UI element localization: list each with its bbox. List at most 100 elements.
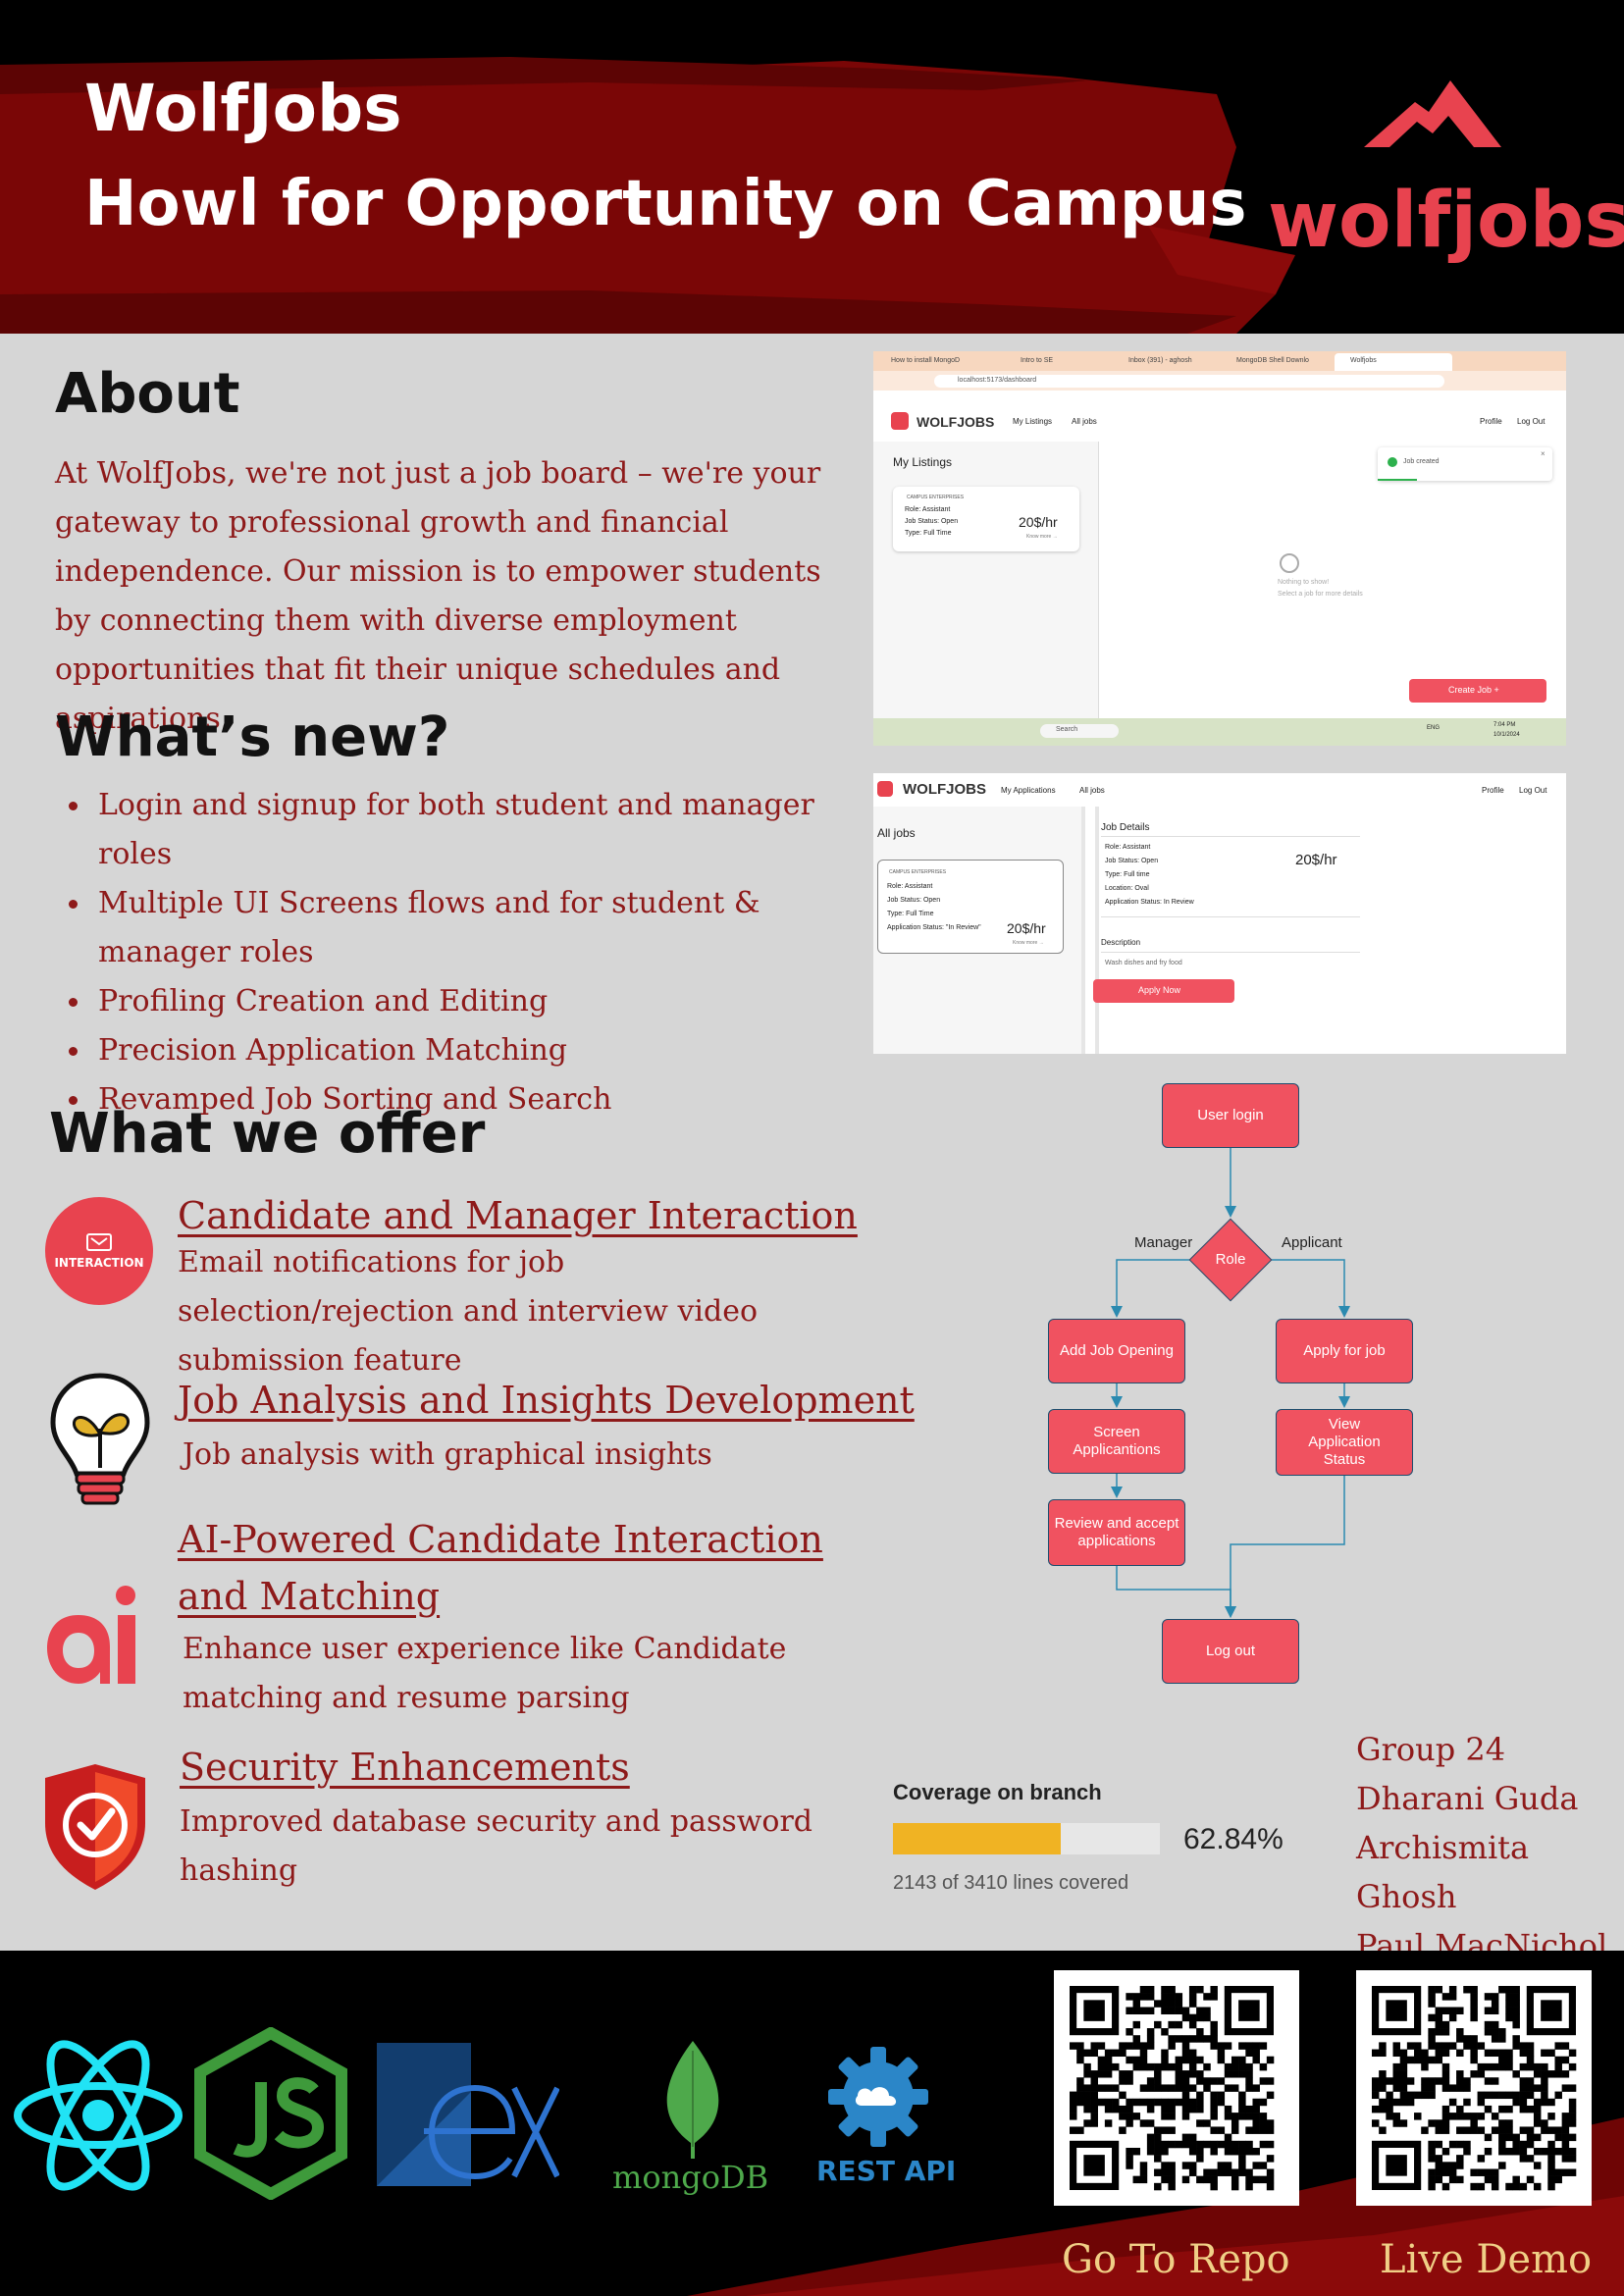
card-tag: CAMPUS ENTERPRISES bbox=[907, 495, 965, 500]
offer-title-ai[interactable]: AI-Powered Candidate Interaction and Mat… bbox=[178, 1511, 855, 1625]
nav-my-applications[interactable]: My Applications bbox=[1001, 786, 1056, 795]
toast-close-icon[interactable]: × bbox=[1541, 449, 1545, 458]
rest-api-label: REST API bbox=[816, 2155, 957, 2187]
nav-all-jobs[interactable]: All jobs bbox=[1079, 786, 1105, 795]
flow-node-add-job: Add Job Opening bbox=[1048, 1319, 1185, 1383]
poster-header: WolfJobs Howl for Opportunity on Campus … bbox=[0, 0, 1624, 334]
browser-tab[interactable]: Intro to SE bbox=[1021, 357, 1053, 364]
wolfjobs-logo-icon bbox=[877, 781, 893, 797]
react-logo-icon bbox=[14, 2040, 183, 2191]
nav-my-listings[interactable]: My Listings bbox=[1013, 417, 1052, 426]
team-block: Group 24 Dharani Guda Archismita Ghosh P… bbox=[1356, 1725, 1624, 1970]
flow-node-apply: Apply for job bbox=[1276, 1319, 1413, 1383]
details-rule bbox=[1101, 836, 1360, 837]
details-rule bbox=[1101, 952, 1360, 953]
detail-type: Type: Full time bbox=[1105, 871, 1150, 878]
windows-taskbar bbox=[873, 718, 1566, 746]
nav-profile[interactable]: Profile bbox=[1480, 417, 1502, 426]
flow-label-applicant: Applicant bbox=[1282, 1234, 1342, 1251]
offer-title-analysis[interactable]: Job Analysis and Insights Development bbox=[178, 1372, 915, 1429]
team-member: Dharani Guda bbox=[1356, 1780, 1579, 1817]
details-rule bbox=[1101, 916, 1360, 917]
team-member: Archismita Ghosh bbox=[1356, 1829, 1530, 1915]
card-more-link[interactable]: Know more → bbox=[1026, 534, 1058, 540]
nav-logout[interactable]: Log Out bbox=[1517, 417, 1545, 426]
express-logo-icon bbox=[377, 2043, 559, 2186]
card-role: Role: Assistant bbox=[887, 883, 933, 890]
about-heading: About bbox=[55, 362, 240, 426]
taskbar-date: 10/1/2024 bbox=[1493, 732, 1520, 738]
list-item: Multiple UI Screens flows and for studen… bbox=[55, 879, 850, 977]
manager-dashboard-screenshot: How to install MongoD Intro to SE Inbox … bbox=[873, 351, 1566, 746]
taskbar-search-text: Search bbox=[1056, 726, 1078, 733]
flow-label-manager: Manager bbox=[1134, 1234, 1193, 1251]
card-more-link[interactable]: Know more → bbox=[1013, 940, 1044, 946]
qr-code-pattern bbox=[1372, 1986, 1577, 2191]
offer-desc-interaction: Email notifications for job selection/re… bbox=[178, 1245, 759, 1378]
empty-title: Nothing to show! bbox=[1278, 579, 1330, 586]
detail-pay: 20$/hr bbox=[1295, 852, 1337, 868]
coverage-lines: 2143 of 3410 lines covered bbox=[893, 1872, 1129, 1894]
card-tag: CAMPUS ENTERPRISES bbox=[889, 869, 947, 875]
coverage-percent: 62.84% bbox=[1183, 1823, 1283, 1855]
browser-tab[interactable]: Wolfjobs bbox=[1350, 357, 1377, 364]
poster-subtitle: Howl for Opportunity on Campus bbox=[84, 168, 1247, 240]
poster-title: WolfJobs bbox=[84, 71, 402, 146]
flow-node-review: Review and accept applications bbox=[1048, 1499, 1185, 1566]
user-flow-diagram: User login Role Manager Applicant Add Jo… bbox=[1021, 1077, 1433, 1686]
qr-code-pattern bbox=[1070, 1986, 1275, 2191]
detail-location: Location: Oval bbox=[1105, 885, 1149, 892]
nav-logout[interactable]: Log Out bbox=[1519, 786, 1546, 795]
flow-node-screen: Screen Applicantions bbox=[1048, 1409, 1185, 1474]
list-item: Profiling Creation and Editing bbox=[55, 977, 850, 1026]
browser-tab[interactable]: MongoDB Shell Downlo bbox=[1236, 357, 1309, 364]
flow-node-view-status: View Application Status bbox=[1276, 1409, 1413, 1476]
whats-new-list: Login and signup for both student and ma… bbox=[55, 781, 850, 1124]
create-job-label: Create Job + bbox=[1448, 685, 1499, 695]
repo-qr-caption[interactable]: Go To Repo bbox=[1062, 2237, 1290, 2282]
browser-tab[interactable]: How to install MongoD bbox=[891, 357, 960, 364]
card-status: Job Status: Open bbox=[887, 897, 941, 904]
card-type: Type: Full Time bbox=[905, 530, 952, 537]
repo-qr-code[interactable] bbox=[1054, 1970, 1299, 2206]
offer-desc-ai: Enhance user experience like Candidate m… bbox=[183, 1632, 787, 1715]
demo-qr-caption[interactable]: Live Demo bbox=[1380, 2237, 1592, 2282]
card-application-status: Application Status: "In Review" bbox=[887, 924, 981, 931]
offer-desc-security: Improved database security and password … bbox=[180, 1804, 813, 1888]
empty-subtitle: Select a job for more details bbox=[1278, 591, 1363, 598]
panel-title: All jobs bbox=[877, 826, 916, 840]
offer-desc-analysis: Job analysis with graphical insights bbox=[183, 1437, 712, 1472]
red-brush-stroke bbox=[0, 57, 1295, 334]
demo-qr-code[interactable] bbox=[1356, 1970, 1592, 2206]
interaction-icon-label: INTERACTION bbox=[54, 1256, 144, 1270]
detail-application-status: Application Status: In Review bbox=[1105, 899, 1194, 906]
check-circle-icon bbox=[1388, 457, 1397, 467]
nodejs-logo-icon bbox=[194, 2027, 347, 2200]
card-pay: 20$/hr bbox=[1019, 514, 1058, 530]
search-box[interactable] bbox=[1040, 724, 1119, 738]
mongodb-label: mongoDB bbox=[612, 2159, 769, 2196]
nav-profile[interactable]: Profile bbox=[1482, 786, 1504, 795]
offer-heading: What we offer bbox=[49, 1102, 486, 1166]
rest-api-gear-icon bbox=[828, 2047, 928, 2147]
taskbar-lang: ENG bbox=[1427, 725, 1441, 731]
whats-new-heading: What’s new? bbox=[55, 705, 450, 769]
list-item: Precision Application Matching bbox=[55, 1026, 850, 1075]
card-status: Job Status: Open bbox=[905, 518, 959, 525]
offer-title-interaction[interactable]: Candidate and Manager Interaction bbox=[178, 1187, 858, 1244]
flow-node-logout: Log out bbox=[1162, 1619, 1299, 1684]
offer-title-security[interactable]: Security Enhancements bbox=[180, 1739, 630, 1796]
detail-role: Role: Assistant bbox=[1105, 844, 1151, 851]
browser-tab-strip bbox=[873, 351, 1566, 371]
flow-node-user-login: User login bbox=[1162, 1083, 1299, 1148]
browser-tab[interactable]: Inbox (391) - aghosh bbox=[1128, 357, 1192, 364]
no-entry-icon bbox=[1280, 553, 1299, 573]
interaction-icon: INTERACTION bbox=[45, 1197, 153, 1305]
nav-all-jobs[interactable]: All jobs bbox=[1072, 417, 1097, 426]
lightbulb-icon bbox=[50, 1373, 150, 1505]
coverage-bar bbox=[893, 1823, 1160, 1854]
description-title: Description bbox=[1101, 938, 1141, 947]
url-text: localhost:5173/dashboard bbox=[958, 377, 1037, 384]
toast-progress bbox=[1378, 479, 1417, 481]
panel-title: My Listings bbox=[893, 455, 953, 469]
